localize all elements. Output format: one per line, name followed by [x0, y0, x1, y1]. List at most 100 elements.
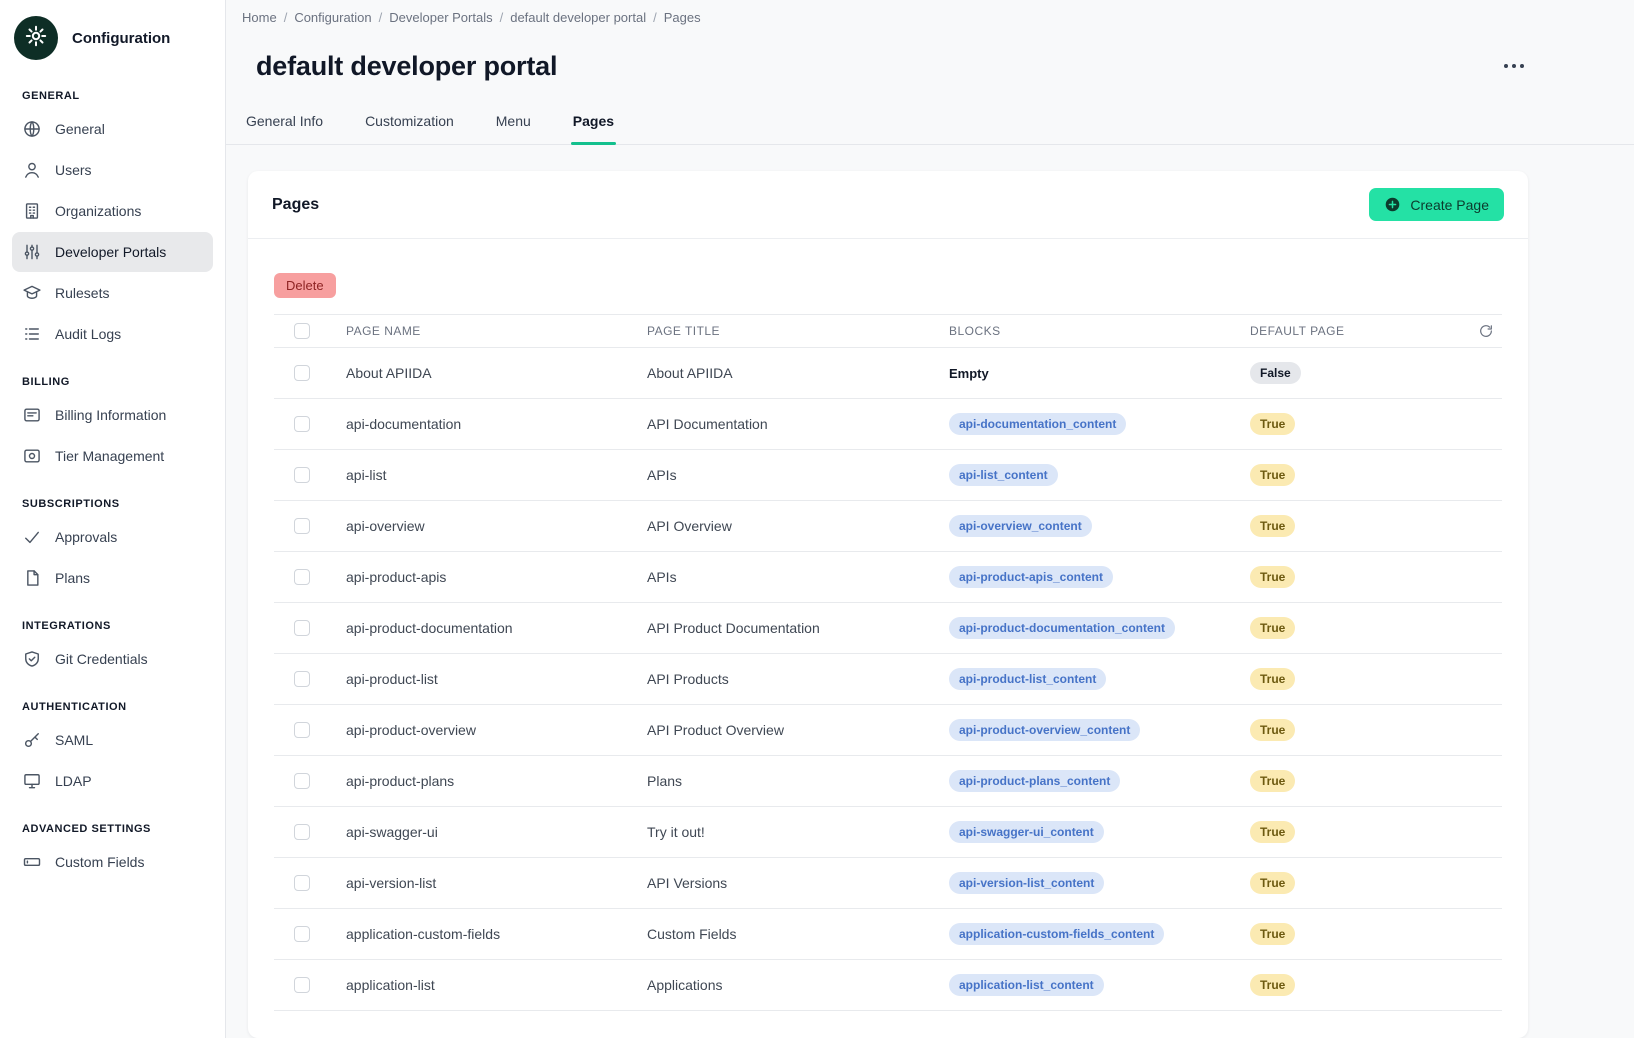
page-title-cell: API Product Documentation: [647, 620, 949, 636]
checkbox-cell: [274, 824, 346, 840]
delete-button[interactable]: Delete: [274, 273, 336, 298]
tab-customization[interactable]: Customization: [363, 105, 456, 144]
refresh-cell: [1458, 323, 1502, 339]
page-title: default developer portal: [256, 49, 557, 83]
page-name-cell: api-version-list: [346, 875, 647, 891]
breadcrumb-separator: /: [653, 10, 657, 25]
sidebar: Configuration GENERALGeneralUsersOrganiz…: [0, 0, 226, 1038]
row-checkbox[interactable]: [294, 722, 310, 738]
row-checkbox[interactable]: [294, 824, 310, 840]
row-checkbox[interactable]: [294, 569, 310, 585]
breadcrumb-item-home[interactable]: Home: [242, 10, 277, 25]
checkbox-cell: [274, 416, 346, 432]
sidebar-item-custom-fields[interactable]: Custom Fields: [12, 842, 213, 882]
sidebar-item-ldap[interactable]: LDAP: [12, 761, 213, 801]
sidebar-item-label: Audit Logs: [55, 326, 121, 342]
blocks-cell: api-product-apis_content: [949, 566, 1250, 588]
app-logo[interactable]: [14, 16, 58, 60]
sidebar-item-users[interactable]: Users: [12, 150, 213, 190]
default-page-cell: False: [1250, 362, 1458, 384]
sidebar-item-label: SAML: [55, 732, 93, 748]
page-title-cell: API Overview: [647, 518, 949, 534]
sidebar-item-plans[interactable]: Plans: [12, 558, 213, 598]
default-page-badge: True: [1250, 464, 1295, 486]
row-checkbox[interactable]: [294, 365, 310, 381]
table-row: application-listApplicationsapplication-…: [274, 960, 1502, 1011]
refresh-icon[interactable]: [1478, 323, 1494, 339]
blocks-cell: application-custom-fields_content: [949, 923, 1250, 945]
default-page-cell: True: [1250, 821, 1458, 843]
table-row: api-swagger-uiTry it out!api-swagger-ui_…: [274, 807, 1502, 858]
tab-pages[interactable]: Pages: [571, 105, 616, 144]
table-row: api-product-plansPlansapi-product-plans_…: [274, 756, 1502, 807]
blocks-badge: api-product-documentation_content: [949, 617, 1175, 639]
sidebar-item-developer-portals[interactable]: Developer Portals: [12, 232, 213, 272]
blocks-badge: api-product-overview_content: [949, 719, 1140, 741]
page-name-cell: About APIIDA: [346, 365, 647, 381]
row-checkbox[interactable]: [294, 518, 310, 534]
breadcrumb-item-configuration[interactable]: Configuration: [294, 10, 371, 25]
topbar: Home / Configuration / Developer Portals / def…: [226, 0, 1634, 83]
breadcrumb-separator: /: [500, 10, 504, 25]
breadcrumb-item-pages[interactable]: Pages: [664, 10, 701, 25]
sidebar-item-tier-management[interactable]: Tier Management: [12, 436, 213, 476]
sidebar-item-general[interactable]: General: [12, 109, 213, 149]
checkbox-cell: [274, 722, 346, 738]
row-checkbox[interactable]: [294, 875, 310, 891]
create-page-button[interactable]: Create Page: [1369, 188, 1504, 221]
table-row: api-version-listAPI Versionsapi-version-…: [274, 858, 1502, 909]
page-title-cell: Custom Fields: [647, 926, 949, 942]
sidebar-item-audit-logs[interactable]: Audit Logs: [12, 314, 213, 354]
more-actions-button[interactable]: [1498, 58, 1530, 74]
sidebar-section-title-subscriptions: SUBSCRIPTIONS: [12, 490, 213, 516]
graduation-cap-icon: [22, 283, 42, 303]
row-checkbox[interactable]: [294, 620, 310, 636]
row-checkbox[interactable]: [294, 773, 310, 789]
tab-menu[interactable]: Menu: [494, 105, 533, 144]
sidebar-item-organizations[interactable]: Organizations: [12, 191, 213, 231]
create-page-label: Create Page: [1410, 197, 1489, 213]
row-checkbox[interactable]: [294, 977, 310, 993]
sidebar-item-saml[interactable]: SAML: [12, 720, 213, 760]
default-page-badge: False: [1250, 362, 1301, 384]
sidebar-item-label: Organizations: [55, 203, 141, 219]
sidebar-section-title-integrations: INTEGRATIONS: [12, 612, 213, 638]
sidebar-item-git-credentials[interactable]: Git Credentials: [12, 639, 213, 679]
blocks-cell: Empty: [949, 365, 1250, 381]
default-page-badge: True: [1250, 668, 1295, 690]
app-title: Configuration: [72, 30, 170, 47]
select-all-checkbox[interactable]: [294, 323, 310, 339]
table-row: api-overviewAPI Overviewapi-overview_con…: [274, 501, 1502, 552]
blocks-badge: api-swagger-ui_content: [949, 821, 1104, 843]
sidebar-item-label: Rulesets: [55, 285, 109, 301]
row-checkbox[interactable]: [294, 926, 310, 942]
default-page-cell: True: [1250, 413, 1458, 435]
row-checkbox[interactable]: [294, 416, 310, 432]
sliders-icon: [22, 242, 42, 262]
checkbox-cell: [274, 467, 346, 483]
tab-general-info[interactable]: General Info: [244, 105, 325, 144]
default-page-cell: True: [1250, 974, 1458, 996]
breadcrumb: Home / Configuration / Developer Portals / def…: [242, 10, 1530, 25]
breadcrumb-separator: /: [379, 10, 383, 25]
sidebar-item-label: Billing Information: [55, 407, 166, 423]
sidebar-item-billing-information[interactable]: Billing Information: [12, 395, 213, 435]
row-checkbox[interactable]: [294, 671, 310, 687]
page-name-cell: api-documentation: [346, 416, 647, 432]
blocks-cell: api-product-plans_content: [949, 770, 1250, 792]
breadcrumb-item-developer-portals[interactable]: Developer Portals: [389, 10, 492, 25]
row-checkbox[interactable]: [294, 467, 310, 483]
page-title-cell: Try it out!: [647, 824, 949, 840]
breadcrumb-item-default-developer-portal[interactable]: default developer portal: [510, 10, 646, 25]
blocks-badge: api-documentation_content: [949, 413, 1126, 435]
default-page-badge: True: [1250, 974, 1295, 996]
sidebar-item-approvals[interactable]: Approvals: [12, 517, 213, 557]
ellipsis-icon: [1504, 64, 1524, 68]
sidebar-item-label: Tier Management: [55, 448, 164, 464]
sidebar-item-rulesets[interactable]: Rulesets: [12, 273, 213, 313]
page-title-cell: APIs: [647, 467, 949, 483]
document-icon: [22, 568, 42, 588]
blocks-cell: api-overview_content: [949, 515, 1250, 537]
page-name-cell: application-custom-fields: [346, 926, 647, 942]
checkbox-cell: [274, 518, 346, 534]
